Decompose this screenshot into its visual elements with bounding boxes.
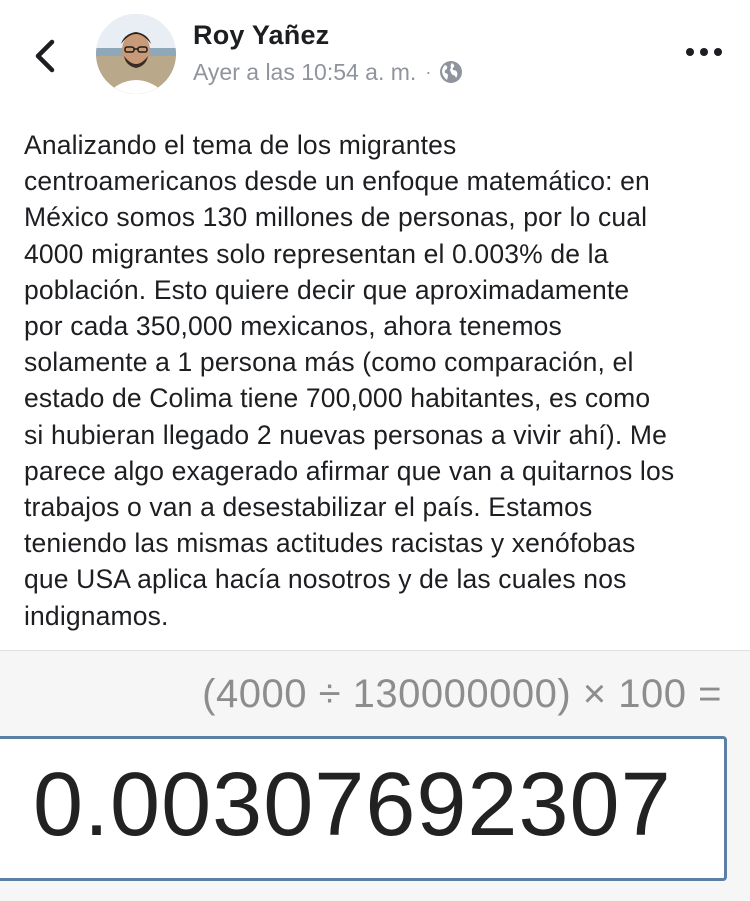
chevron-left-icon xyxy=(35,39,55,73)
divider xyxy=(0,650,750,651)
calculator-expression: (4000 ÷ 130000000) × 100 = xyxy=(202,672,722,716)
calculator-result-box: 0.00307692307 xyxy=(0,736,727,881)
meta-separator: · xyxy=(425,61,432,82)
post-timestamp[interactable]: Ayer a las 10:54 a. m. xyxy=(193,59,416,86)
post-meta: Ayer a las 10:54 a. m. · xyxy=(193,58,463,86)
globe-icon xyxy=(439,60,463,84)
more-options-button[interactable] xyxy=(682,40,726,64)
back-button[interactable] xyxy=(30,36,64,76)
more-options-icon xyxy=(686,48,722,56)
calculator-result: 0.00307692307 xyxy=(33,755,672,855)
author-name[interactable]: Roy Yañez xyxy=(193,20,329,51)
avatar[interactable] xyxy=(96,14,176,94)
post-header: Roy Yañez Ayer a las 10:54 a. m. · xyxy=(0,0,750,110)
profile-photo xyxy=(96,14,176,94)
post-text: Analizando el tema de los migrantes cent… xyxy=(24,130,675,631)
calculator-image: (4000 ÷ 130000000) × 100 = 0.00307692307 xyxy=(0,650,750,901)
